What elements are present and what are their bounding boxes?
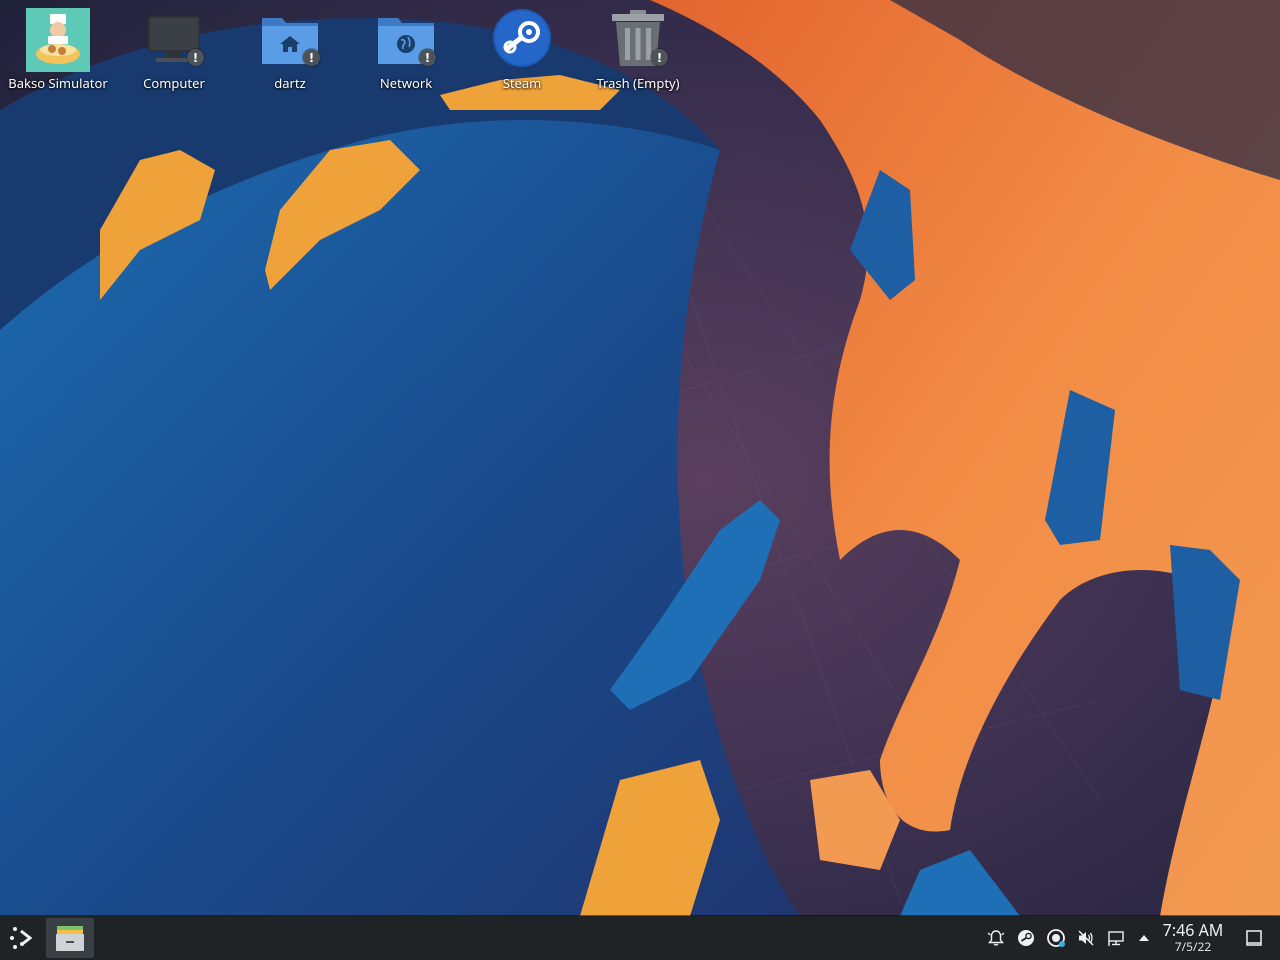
steam-tray-button[interactable]: [1016, 928, 1036, 948]
file-manager-icon: [56, 926, 84, 951]
desktop-icon-trash[interactable]: ! Trash (Empty): [580, 6, 696, 98]
steam-tray-icon: [1018, 930, 1034, 946]
desktop-icon-label: Network: [379, 74, 433, 92]
desktop-icon-label: Trash (Empty): [596, 74, 680, 92]
network-folder-icon: !: [374, 6, 438, 72]
digital-clock[interactable]: 7:46 AM 7/5/22: [1156, 920, 1230, 954]
warning-emblem-icon: !: [419, 49, 436, 66]
network-icon: [1108, 931, 1124, 946]
volume-button[interactable]: [1076, 928, 1096, 948]
update-icon: [1047, 929, 1065, 947]
warning-emblem-icon: !: [187, 49, 204, 66]
show-desktop-button[interactable]: [1244, 928, 1264, 948]
taskbar-panel: 7:46 AM 7/5/22: [0, 916, 1280, 960]
desktop-icon-network[interactable]: ! Network: [348, 6, 464, 98]
desktop-icon-area: Bakso Simulator ! Computer ! dartz ! Net…: [0, 0, 1280, 100]
expand-tray-button[interactable]: [1134, 928, 1154, 948]
application-launcher-button[interactable]: [4, 920, 40, 956]
desktop-icon-dartz[interactable]: ! dartz: [232, 6, 348, 98]
notifications-icon: [987, 930, 1005, 946]
trash-icon: !: [606, 6, 670, 72]
desktop-icon-steam[interactable]: Steam: [464, 6, 580, 98]
volume-muted-icon: [1078, 930, 1094, 946]
application-launcher-icon: [10, 927, 33, 949]
desktop-icon-label: Steam: [502, 74, 542, 92]
desktop-icon-label: Bakso Simulator: [8, 74, 108, 92]
desktop-icon-computer[interactable]: ! Computer: [116, 6, 232, 98]
show-desktop-icon: [1246, 930, 1262, 946]
steam-icon: [490, 6, 554, 72]
expand-tray-icon: [1139, 935, 1149, 941]
warning-emblem-icon: !: [651, 49, 668, 66]
desktop-icon-label: dartz: [274, 74, 306, 92]
network-button[interactable]: [1106, 928, 1126, 948]
computer-icon: !: [142, 6, 206, 72]
desktop-wallpaper: [0, 0, 1280, 960]
update-button[interactable]: [1046, 928, 1066, 948]
taskbar-task-file-manager[interactable]: [46, 918, 94, 958]
clock-date: 7/5/22: [1174, 938, 1212, 955]
clock-time: 7:46 AM: [1162, 919, 1224, 941]
home-folder-icon: !: [258, 6, 322, 72]
notifications-button[interactable]: [986, 928, 1006, 948]
desktop-icon-label: Computer: [143, 74, 205, 92]
warning-emblem-icon: !: [303, 49, 320, 66]
game-icon: [26, 6, 90, 72]
desktop-icon-bakso-simulator[interactable]: Bakso Simulator: [0, 6, 116, 98]
